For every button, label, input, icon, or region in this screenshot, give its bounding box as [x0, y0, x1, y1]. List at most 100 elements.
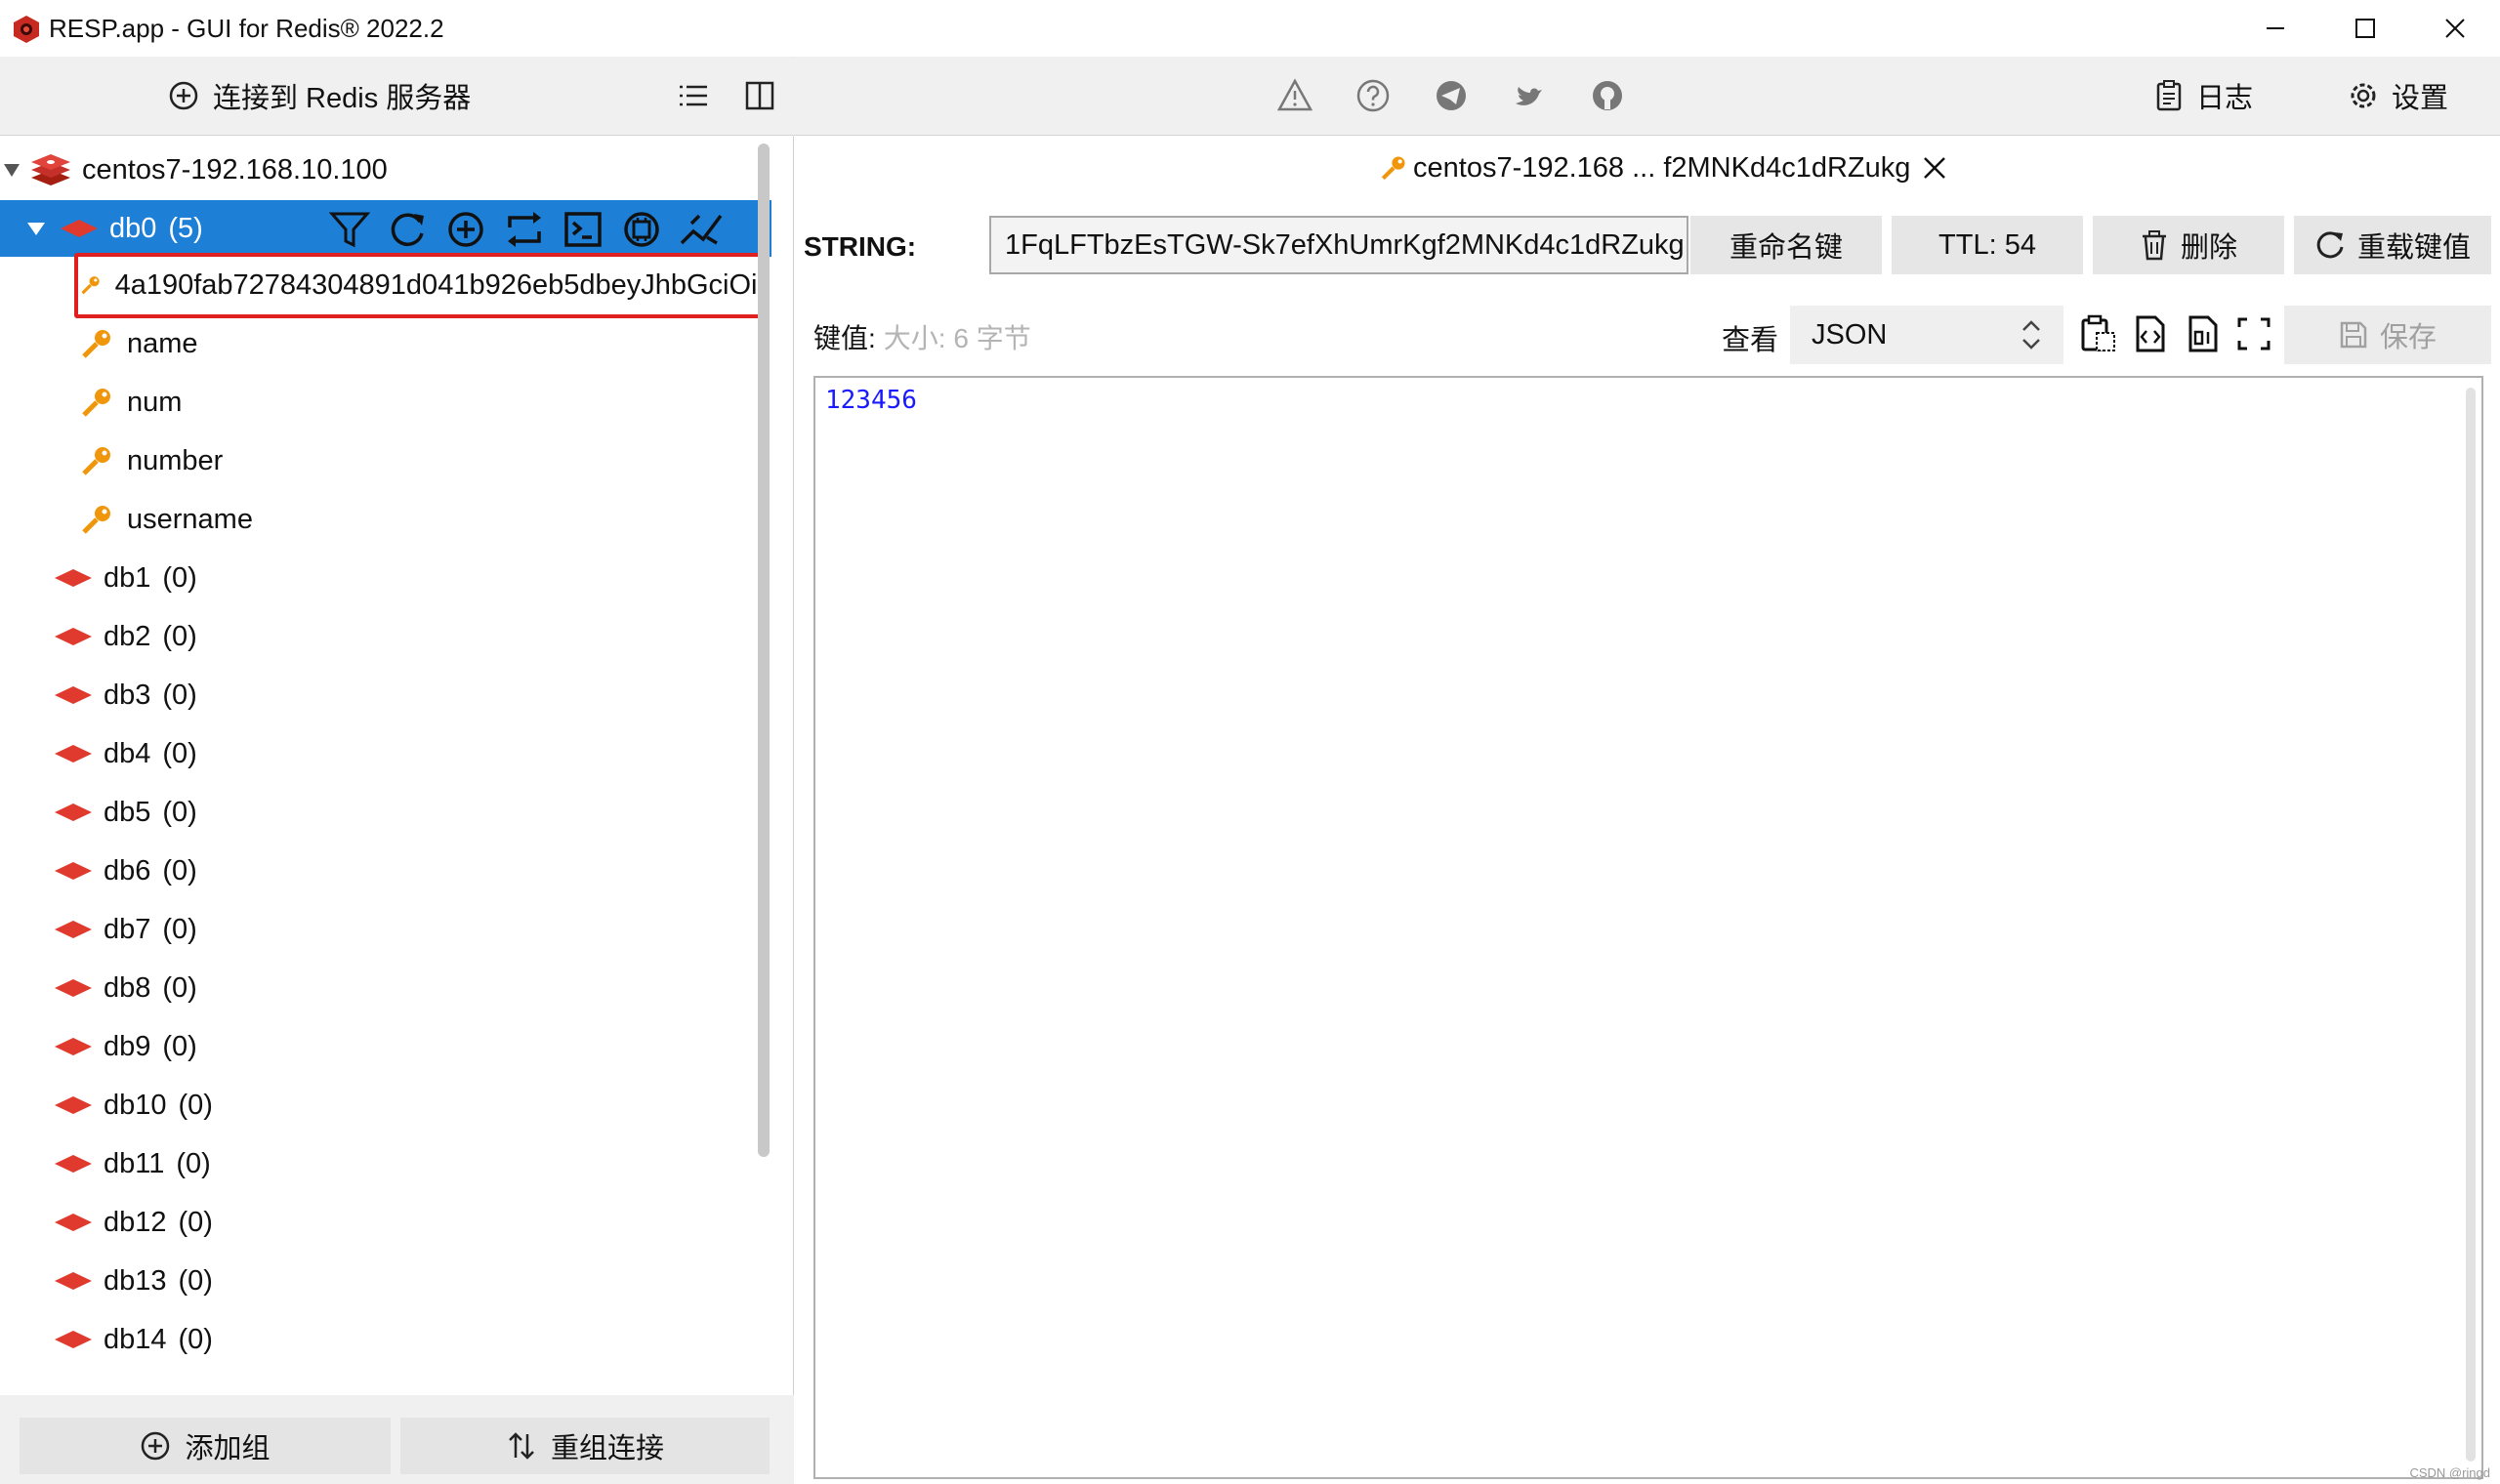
watermark: CSDN @ringd: [2409, 1465, 2490, 1480]
database-icon: [55, 1038, 92, 1055]
key-tab[interactable]: centos7-192.168 ... f2MNKd4c1dRZukg: [1380, 145, 1947, 190]
help-icon[interactable]: [1354, 77, 1392, 114]
value-editor[interactable]: 123456: [813, 376, 2483, 1479]
key-icon: [1381, 156, 1405, 181]
add-circle-icon: [142, 1431, 170, 1461]
editor-scrollbar[interactable]: [2466, 388, 2476, 1462]
db-name: db7: [104, 913, 151, 945]
fullscreen-icon[interactable]: [2233, 313, 2274, 354]
db-row-db14[interactable]: db14 (0): [0, 1311, 771, 1368]
db-row-db2[interactable]: db2 (0): [0, 608, 771, 665]
db-count: (0): [162, 971, 197, 1004]
format-selected-value: JSON: [1812, 318, 1888, 350]
split-panel-icon[interactable]: [742, 78, 777, 113]
memory-analysis-icon[interactable]: [621, 210, 662, 249]
db-row-db12[interactable]: db12 (0): [0, 1194, 771, 1251]
connection-row[interactable]: centos7-192.168.10.100: [0, 142, 771, 198]
key-row-2[interactable]: num: [0, 374, 771, 431]
delete-key-button[interactable]: 删除: [2093, 216, 2284, 274]
window-title: RESP.app - GUI for Redis® 2022.2: [49, 14, 444, 43]
db-row-db4[interactable]: db4 (0): [0, 725, 771, 782]
db-row-db3[interactable]: db3 (0): [0, 667, 771, 723]
twitter-icon[interactable]: [1511, 77, 1548, 114]
db-name: db2: [104, 620, 151, 652]
binary-file-icon[interactable]: [2183, 313, 2224, 354]
expand-triangle-icon[interactable]: [25, 219, 47, 238]
refresh-icon[interactable]: [387, 210, 428, 249]
code-file-icon[interactable]: [2130, 313, 2171, 354]
gear-icon: [2351, 83, 2376, 108]
db-row-db6[interactable]: db6 (0): [0, 843, 771, 899]
database-icon: [55, 745, 92, 763]
value-text[interactable]: 123456: [825, 386, 917, 415]
github-icon[interactable]: [1589, 77, 1626, 114]
db-count: (0): [178, 1264, 213, 1297]
db-row-db0[interactable]: db0 (5): [0, 200, 771, 257]
tree-scrollbar[interactable]: [758, 144, 770, 1157]
db-count: (0): [162, 620, 197, 652]
key-row-1[interactable]: name: [0, 315, 771, 372]
db-row-db13[interactable]: db13 (0): [0, 1253, 771, 1309]
key-name: 4a190fab72784304891d041b926eb5dbeyJhbGci…: [114, 268, 771, 301]
key-type-label: STRING:: [804, 231, 917, 262]
ttl-button[interactable]: TTL: 54: [1892, 216, 2083, 274]
warning-icon[interactable]: [1276, 77, 1313, 114]
database-icon: [55, 569, 92, 587]
title-bar: RESP.app - GUI for Redis® 2022.2: [0, 0, 2500, 58]
db-count: (0): [162, 679, 197, 711]
database-icon: [55, 1214, 92, 1231]
database-icon: [55, 921, 92, 938]
tab-label: centos7-192.168 ... f2MNKd4c1dRZukg: [1413, 151, 1911, 184]
rename-key-button[interactable]: 重命名键: [1690, 216, 1882, 274]
add-circle-icon: [169, 81, 198, 110]
connect-server-button[interactable]: 连接到 Redis 服务器: [168, 74, 471, 117]
list-view-icon[interactable]: [676, 78, 711, 113]
minimize-button[interactable]: [2230, 0, 2320, 57]
db-row-db5[interactable]: db5 (0): [0, 784, 771, 841]
copy-clipboard-icon[interactable]: [2077, 313, 2118, 354]
regroup-label: 重组连接: [550, 1433, 664, 1464]
key-name: num: [127, 386, 183, 418]
close-tab-icon[interactable]: [1922, 155, 1947, 181]
db-row-db8[interactable]: db8 (0): [0, 960, 771, 1016]
left-toolbar: 连接到 Redis 服务器: [0, 57, 793, 136]
collapse-triangle-icon[interactable]: [2, 160, 21, 180]
log-button[interactable]: 日志: [2153, 74, 2253, 117]
db-count: (0): [162, 854, 197, 886]
key-icon: [82, 506, 110, 534]
regroup-connections-button[interactable]: 重组连接: [400, 1418, 770, 1474]
add-key-icon[interactable]: [445, 210, 486, 249]
db-count: (0): [162, 913, 197, 945]
database-icon: [55, 979, 92, 997]
settings-button[interactable]: 设置: [2347, 74, 2448, 117]
console-icon[interactable]: [562, 210, 604, 249]
right-toolbar: 日志 设置: [794, 57, 2500, 136]
key-name-field[interactable]: 1FqLFTbzEsTGW-Sk7efXhUmrKgf2MNKd4c1dRZuk…: [989, 216, 1688, 274]
telegram-icon[interactable]: [1433, 77, 1470, 114]
value-size-info: 大小: 6 字节: [883, 323, 1031, 353]
reload-keys-icon[interactable]: [504, 210, 545, 249]
db-row-db1[interactable]: db1 (0): [0, 550, 771, 606]
reload-value-button[interactable]: 重载键值: [2294, 216, 2491, 274]
filter-icon[interactable]: [328, 210, 371, 249]
key-name: number: [127, 444, 224, 476]
save-value-button[interactable]: 保存: [2284, 306, 2491, 364]
db-row-db9[interactable]: db9 (0): [0, 1018, 771, 1075]
add-group-button[interactable]: 添加组: [20, 1418, 391, 1474]
db-row-db7[interactable]: db7 (0): [0, 901, 771, 958]
db-row-db10[interactable]: db10 (0): [0, 1077, 771, 1134]
close-window-button[interactable]: [2410, 0, 2500, 57]
db-name: db0: [109, 212, 157, 244]
key-row-0[interactable]: 4a190fab72784304891d041b926eb5dbeyJhbGci…: [0, 257, 771, 313]
database-icon: [55, 862, 92, 880]
db-name: db8: [104, 971, 151, 1004]
db-row-db11[interactable]: db11 (0): [0, 1135, 771, 1192]
maximize-button[interactable]: [2320, 0, 2410, 57]
database-icon: [55, 804, 92, 821]
db-name: db13: [104, 1264, 167, 1297]
key-row-4[interactable]: username: [0, 491, 771, 548]
view-mode-label: 查看: [1722, 325, 1779, 356]
format-select[interactable]: JSON: [1790, 306, 2063, 364]
key-row-3[interactable]: number: [0, 433, 771, 489]
flush-db-icon[interactable]: [678, 210, 725, 249]
